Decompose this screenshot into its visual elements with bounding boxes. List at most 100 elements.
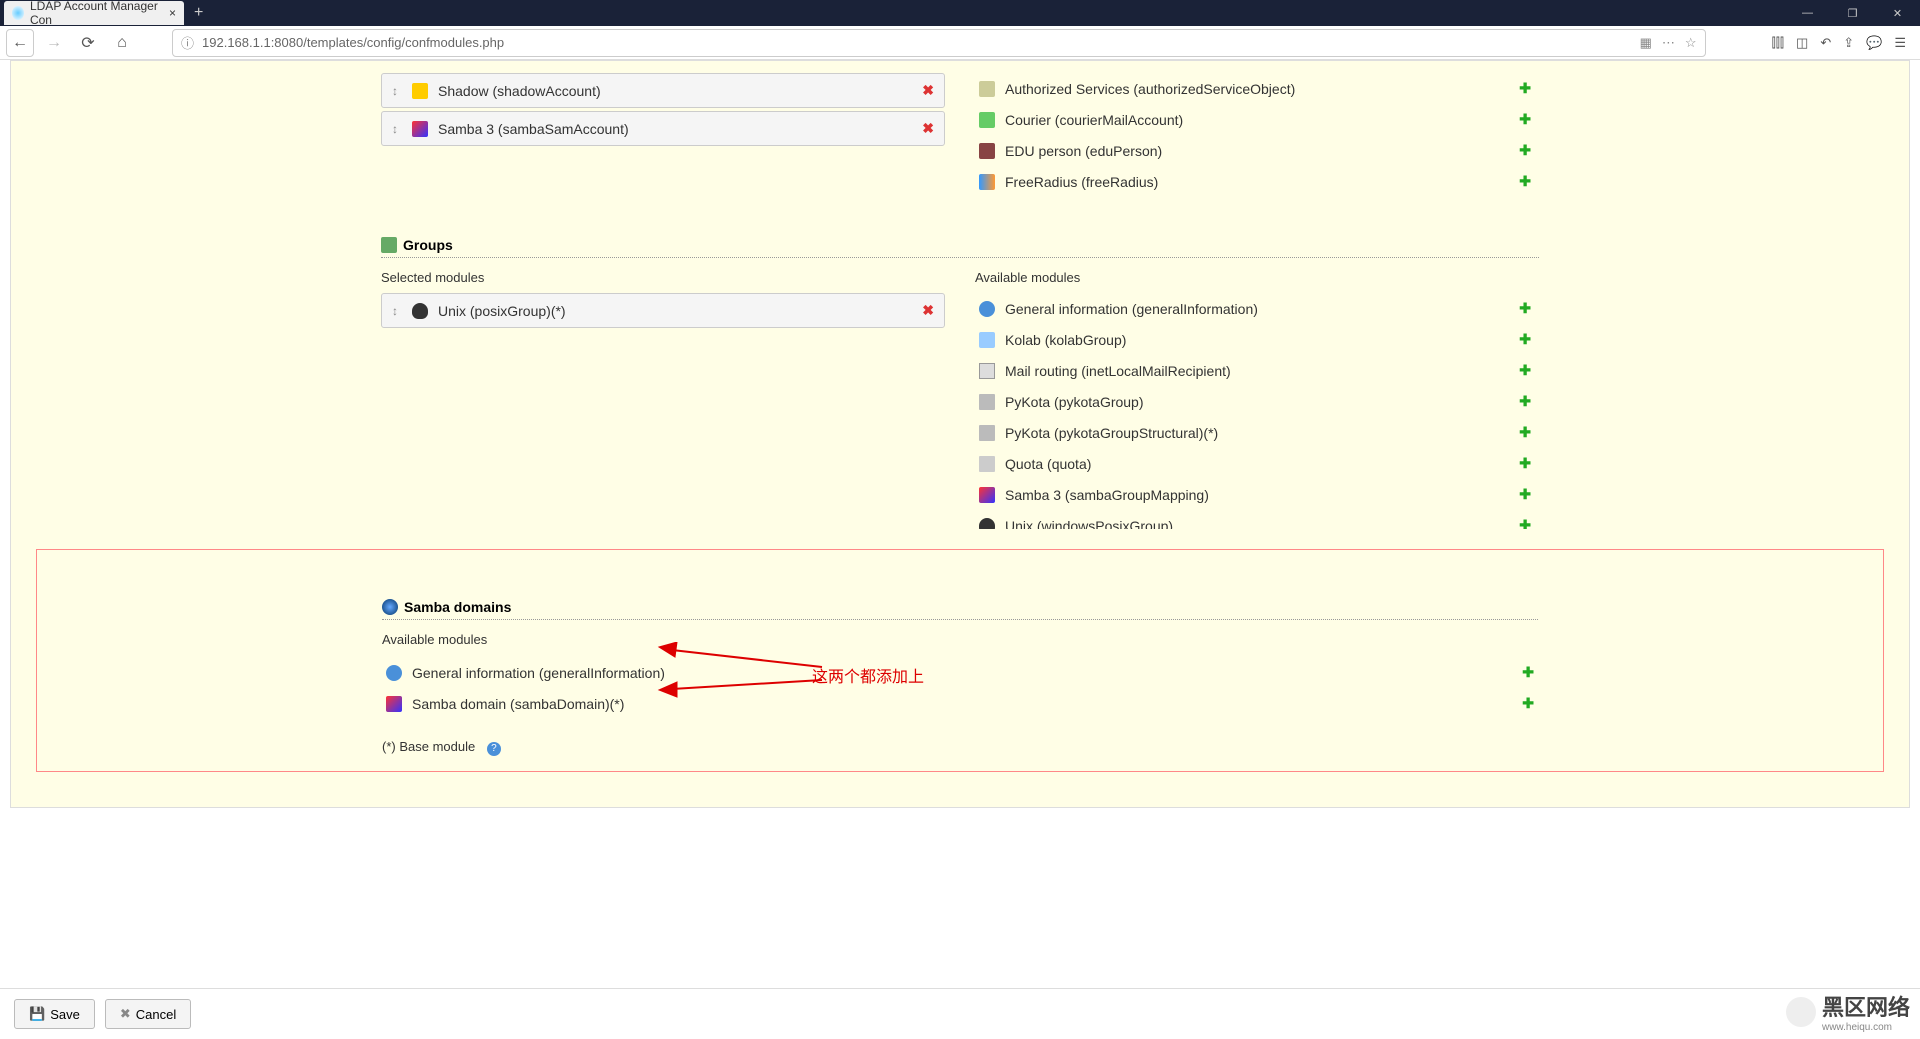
module-label: EDU person (eduPerson) bbox=[1005, 143, 1509, 159]
window-close-button[interactable]: ✕ bbox=[1875, 0, 1920, 26]
module-label: Courier (courierMailAccount) bbox=[1005, 112, 1509, 128]
nav-back-button[interactable]: ← bbox=[6, 29, 34, 57]
available-module-row: PyKota (pykotaGroup)✚ bbox=[975, 386, 1535, 417]
groups-selected-label: Selected modules bbox=[381, 270, 945, 285]
module-icon bbox=[979, 143, 995, 159]
nav-reload-button[interactable]: ⟳ bbox=[74, 29, 102, 57]
module-icon bbox=[412, 83, 428, 99]
module-label: Authorized Services (authorizedServiceOb… bbox=[1005, 81, 1509, 97]
footer-bar: 💾 Save ✖ Cancel bbox=[0, 988, 1920, 1039]
module-icon bbox=[412, 303, 428, 319]
remove-module-button[interactable]: ✖ bbox=[922, 302, 934, 319]
add-module-button[interactable]: ✚ bbox=[1519, 455, 1531, 472]
available-module-row: General information (generalInformation)… bbox=[975, 197, 1535, 203]
groups-icon bbox=[381, 237, 397, 253]
module-icon bbox=[412, 121, 428, 137]
browser-tab[interactable]: LDAP Account Manager Con × bbox=[4, 1, 184, 25]
samba-highlight-box: Samba domains Available modules General … bbox=[36, 549, 1884, 772]
url-text: 192.168.1.1:8080/templates/config/confmo… bbox=[202, 35, 504, 50]
module-label: Quota (quota) bbox=[1005, 456, 1509, 472]
add-module-button[interactable]: ✚ bbox=[1519, 80, 1531, 97]
module-icon bbox=[979, 301, 995, 317]
module-label: PyKota (pykotaGroupStructural)(*) bbox=[1005, 425, 1509, 441]
module-label: Samba 3 (sambaGroupMapping) bbox=[1005, 487, 1509, 503]
undo-icon[interactable]: ↶ bbox=[1820, 35, 1831, 51]
page-actions-icon[interactable]: ⋯ bbox=[1662, 35, 1675, 51]
watermark-main: 黑区网络 bbox=[1822, 990, 1910, 1022]
module-label: General information (generalInformation) bbox=[1005, 301, 1509, 317]
add-module-button[interactable]: ✚ bbox=[1519, 393, 1531, 410]
annotation-text: 这两个都添加上 bbox=[812, 663, 924, 687]
cancel-button[interactable]: ✖ Cancel bbox=[105, 999, 191, 1029]
available-module-row: Kolab (kolabGroup)✚ bbox=[975, 324, 1535, 355]
add-module-button[interactable]: ✚ bbox=[1519, 517, 1531, 529]
drag-handle-icon[interactable]: ↕ bbox=[392, 84, 398, 98]
menu-icon[interactable]: ☰ bbox=[1894, 35, 1906, 51]
page-body: ↕Shadow (shadowAccount)✖↕Samba 3 (sambaS… bbox=[10, 60, 1910, 808]
add-module-button[interactable]: ✚ bbox=[1519, 300, 1531, 317]
available-module-row: Samba 3 (sambaGroupMapping) ✚ bbox=[975, 479, 1535, 510]
add-module-button[interactable]: ✚ bbox=[1519, 142, 1531, 159]
share-icon[interactable]: ⇪ bbox=[1843, 35, 1854, 51]
nav-forward-button[interactable]: → bbox=[40, 29, 68, 57]
save-button[interactable]: 💾 Save bbox=[14, 999, 95, 1029]
module-icon bbox=[979, 425, 995, 441]
module-label: Samba domain (sambaDomain)(*) bbox=[412, 696, 1512, 712]
browser-navbar: ← → ⟳ ⌂ ⓘ 192.168.1.1:8080/templates/con… bbox=[0, 26, 1920, 60]
module-icon bbox=[979, 332, 995, 348]
groups-section: Groups Selected modules ↕Unix (posixGrou… bbox=[381, 233, 1539, 529]
page-viewport: ↕Shadow (shadowAccount)✖↕Samba 3 (sambaS… bbox=[0, 60, 1920, 989]
qr-icon[interactable]: ▦ bbox=[1640, 35, 1652, 51]
add-module-button[interactable]: ✚ bbox=[1519, 173, 1531, 190]
groups-title: Groups bbox=[403, 237, 453, 253]
window-maximize-button[interactable]: ❐ bbox=[1830, 0, 1875, 26]
groups-available-label: Available modules bbox=[975, 270, 1539, 285]
remove-module-button[interactable]: ✖ bbox=[922, 120, 934, 137]
add-module-button[interactable]: ✚ bbox=[1519, 111, 1531, 128]
help-icon[interactable]: ? bbox=[487, 742, 501, 756]
new-tab-button[interactable]: + bbox=[194, 4, 203, 22]
bookmark-icon[interactable]: ☆ bbox=[1685, 35, 1697, 51]
nav-home-button[interactable]: ⌂ bbox=[108, 29, 136, 57]
watermark-sub: www.heiqu.com bbox=[1822, 1022, 1910, 1033]
remove-module-button[interactable]: ✖ bbox=[922, 82, 934, 99]
drag-handle-icon[interactable]: ↕ bbox=[392, 304, 398, 318]
available-module-row: Unix (windowsPosixGroup) ✚ bbox=[975, 510, 1535, 529]
tab-favicon bbox=[12, 6, 24, 20]
module-label: Unix (windowsPosixGroup) bbox=[1005, 518, 1509, 530]
chat-icon[interactable]: 💬 bbox=[1866, 35, 1882, 51]
module-icon bbox=[979, 456, 995, 472]
save-icon: 💾 bbox=[29, 1006, 45, 1022]
add-module-button[interactable]: ✚ bbox=[1519, 486, 1531, 503]
add-module-button[interactable]: ✚ bbox=[1519, 331, 1531, 348]
library-icon[interactable]: ⫿⫿⫿ bbox=[1772, 35, 1784, 51]
module-icon bbox=[979, 487, 995, 503]
add-module-button[interactable]: ✚ bbox=[1522, 664, 1534, 681]
add-module-button[interactable]: ✚ bbox=[1522, 695, 1534, 712]
tab-close-icon[interactable]: × bbox=[169, 6, 176, 20]
module-icon bbox=[979, 518, 995, 530]
samba-available-label: Available modules bbox=[382, 632, 1538, 647]
available-module-row: Authorized Services (authorizedServiceOb… bbox=[975, 73, 1535, 104]
module-label: General information (generalInformation) bbox=[412, 665, 1512, 681]
available-module-row: Mail routing (inetLocalMailRecipient) ✚ bbox=[975, 355, 1535, 386]
add-module-button[interactable]: ✚ bbox=[1519, 424, 1531, 441]
available-module-row: General information (generalInformation)… bbox=[975, 293, 1535, 324]
sidebar-icon[interactable]: ◫ bbox=[1796, 35, 1808, 51]
toolbar-icons: ⫿⫿⫿ ◫ ↶ ⇪ 💬 ☰ bbox=[1772, 35, 1906, 51]
url-bar[interactable]: ⓘ 192.168.1.1:8080/templates/config/conf… bbox=[172, 29, 1706, 57]
samba-header: Samba domains bbox=[382, 595, 1538, 620]
selected-module-row[interactable]: ↕ Samba 3 (sambaSamAccount) ✖ bbox=[381, 111, 945, 146]
module-icon bbox=[386, 696, 402, 712]
module-icon bbox=[979, 174, 995, 190]
base-module-footnote: (*) Base module ? bbox=[382, 739, 1538, 756]
selected-module-row[interactable]: ↕Shadow (shadowAccount)✖ bbox=[381, 73, 945, 108]
add-module-button[interactable]: ✚ bbox=[1519, 362, 1531, 379]
window-minimize-button[interactable]: — bbox=[1785, 0, 1830, 26]
selected-module-row[interactable]: ↕Unix (posixGroup)(*)✖ bbox=[381, 293, 945, 328]
window-titlebar: LDAP Account Manager Con × + — ❐ ✕ bbox=[0, 0, 1920, 26]
module-label: Mail routing (inetLocalMailRecipient) bbox=[1005, 363, 1509, 379]
drag-handle-icon[interactable]: ↕ bbox=[392, 122, 398, 136]
site-info-icon[interactable]: ⓘ bbox=[181, 33, 194, 52]
module-label: Samba 3 (sambaSamAccount) bbox=[438, 121, 912, 137]
